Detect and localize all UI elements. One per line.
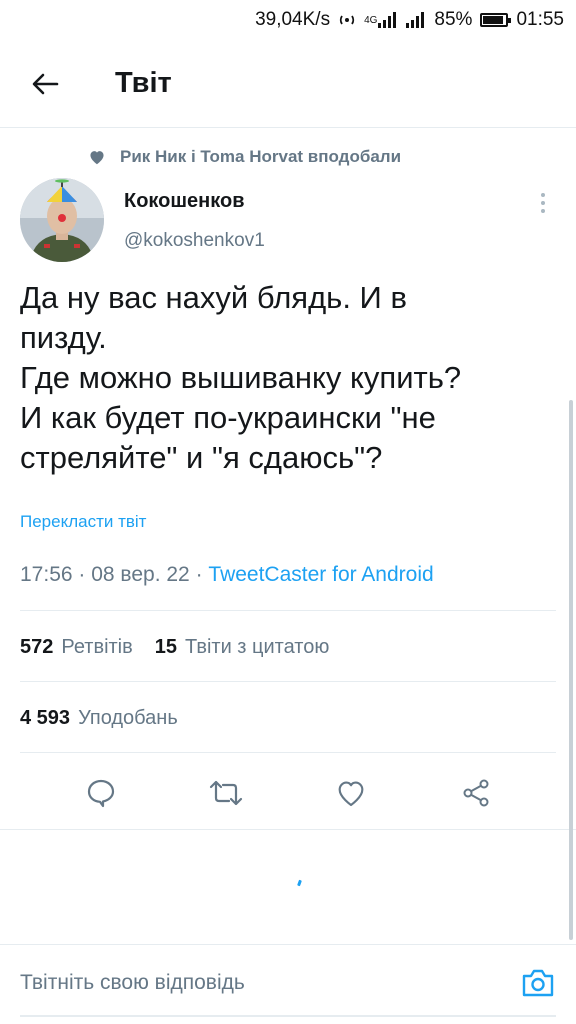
quotes-label: Твіти з цитатою [185, 635, 330, 658]
reply-button[interactable] [76, 768, 126, 818]
tweet-text: Да ну вас нахуй блядь. И в пизду. Где мо… [20, 280, 462, 475]
retweet-button[interactable] [201, 768, 251, 818]
share-button[interactable] [451, 768, 501, 818]
loading-indicator [297, 879, 302, 887]
battery-icon [480, 13, 512, 27]
tweet-meta: 17:56 · 08 вер. 22 · TweetCaster for And… [20, 563, 434, 587]
quotes-count: 15 [154, 635, 178, 658]
status-bar: 39,04K/s 4G 85% 01:55 [0, 0, 576, 40]
avatar[interactable] [20, 178, 104, 262]
meta-separator: · [195, 563, 209, 586]
likes-count: 4 593 [20, 706, 71, 729]
battery-percent: 85% [434, 9, 473, 30]
social-context[interactable]: Рик Ник і Toma Horvat вподобали [88, 142, 401, 172]
tweet-time: 17:56 [20, 563, 73, 586]
meta-separator: · [78, 563, 92, 586]
net-speed: 39,04K/s [255, 9, 331, 30]
camera-icon [522, 969, 554, 997]
reply-icon [87, 779, 114, 808]
retweets-count: 572 [20, 635, 54, 658]
social-context-text: Рик Ник і Toma Horvat вподобали [120, 147, 402, 166]
network-type: 4G [364, 14, 378, 26]
heart-icon [338, 781, 363, 807]
back-button[interactable] [15, 54, 75, 114]
heart-filled-icon [90, 151, 104, 165]
reply-underline [20, 1015, 556, 1017]
camera-button[interactable] [518, 965, 558, 1001]
divider [20, 610, 556, 611]
author-name[interactable]: Кокошенков [124, 190, 245, 213]
retweet-icon [209, 780, 242, 806]
divider [20, 752, 556, 753]
divider [20, 681, 556, 682]
signal-icon [406, 12, 426, 28]
retweets-label: Ретвітів [61, 635, 133, 658]
app-header: Твіт [0, 40, 576, 128]
arrow-left-icon [32, 73, 59, 94]
retweets-stat[interactable]: 572 Ретвітів [20, 636, 133, 659]
clock: 01:55 [516, 9, 564, 30]
tweet-source-link[interactable]: TweetCaster for Android [208, 563, 433, 586]
author-handle[interactable]: @kokoshenkov1 [124, 230, 265, 252]
avatar-image [20, 178, 104, 262]
translate-tweet-link[interactable]: Перекласти твіт [20, 512, 146, 532]
share-icon [463, 779, 488, 807]
tweet-date: 08 вер. 22 [91, 563, 190, 586]
retweet-stats-row: 572 Ретвітів 15 Твіти з цитатою [20, 617, 351, 677]
reply-input[interactable] [20, 961, 500, 1005]
likes-stats-row: 4 593 Уподобань [20, 688, 200, 748]
likes-stat[interactable]: 4 593 Уподобань [20, 707, 178, 730]
more-vertical-icon [541, 193, 545, 213]
like-button[interactable] [326, 768, 376, 818]
divider [0, 829, 576, 830]
likes-label: Уподобань [78, 706, 178, 729]
reply-composer [0, 944, 576, 1024]
hotspot-icon [338, 11, 356, 29]
signal-4g-icon: 4G [364, 12, 398, 28]
quotes-stat[interactable]: 15 Твіти з цитатою [155, 636, 330, 659]
more-options-button[interactable] [530, 190, 556, 216]
page-title: Твіт [115, 67, 172, 99]
scrollbar[interactable] [569, 400, 573, 940]
tweet-actions [0, 758, 576, 828]
